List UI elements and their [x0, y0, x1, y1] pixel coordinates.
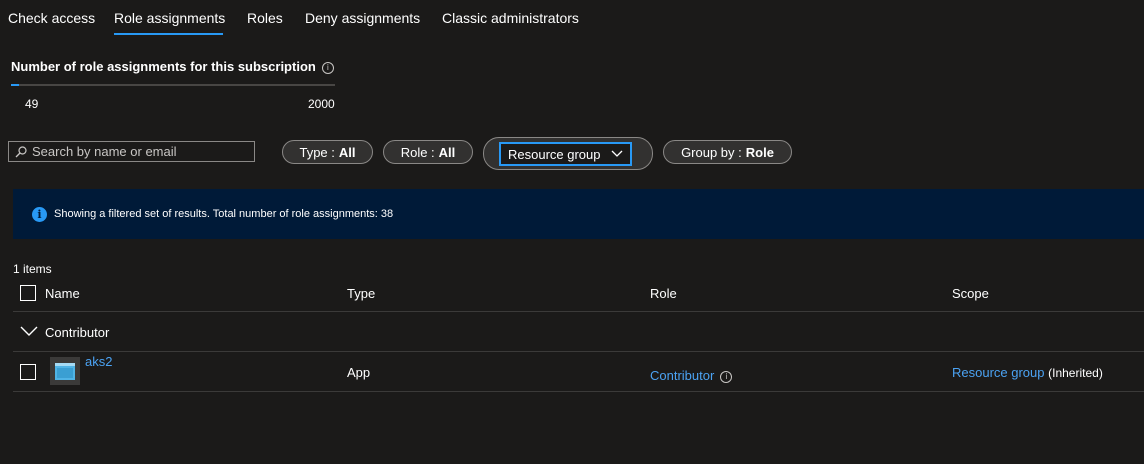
- type-filter-pill[interactable]: Type : All: [282, 140, 373, 164]
- row-divider: [13, 391, 1144, 392]
- type-filter-value: All: [338, 144, 356, 160]
- search-box[interactable]: [8, 141, 255, 162]
- column-header-role[interactable]: Role: [650, 286, 677, 301]
- app-icon: [50, 357, 80, 385]
- row-checkbox[interactable]: [20, 364, 36, 380]
- info-banner-text: Showing a filtered set of results. Total…: [54, 208, 394, 220]
- tab-classic-administrators[interactable]: Classic administrators: [442, 10, 579, 26]
- tab-role-assignments[interactable]: Role assignments: [114, 10, 225, 26]
- info-banner: i Showing a filtered set of results. Tot…: [13, 189, 1144, 239]
- row-role-link[interactable]: Contributor: [650, 368, 714, 383]
- usage-current: 49: [25, 97, 39, 111]
- row-role-wrap: Contributor i: [650, 368, 733, 383]
- group-divider: [13, 351, 1144, 352]
- header-divider: [13, 311, 1144, 312]
- search-icon: [14, 145, 28, 159]
- row-name-link[interactable]: aks2: [85, 354, 112, 369]
- row-scope: Resource group (Inherited): [952, 365, 1103, 380]
- usage-title: Number of role assignments for this subs…: [11, 59, 316, 74]
- chevron-down-icon: [611, 150, 623, 157]
- column-header-name[interactable]: Name: [45, 286, 80, 301]
- column-header-scope[interactable]: Scope: [952, 286, 989, 301]
- select-all-checkbox[interactable]: [20, 285, 36, 301]
- role-filter-value: All: [438, 144, 456, 160]
- info-circle-icon: i: [32, 207, 47, 222]
- row-scope-link[interactable]: Resource group: [952, 365, 1045, 380]
- tab-check-access[interactable]: Check access: [8, 10, 95, 26]
- search-input[interactable]: [32, 144, 242, 159]
- usage-progress-fill: [11, 84, 19, 86]
- row-type: App: [347, 365, 371, 380]
- group-by-pill[interactable]: Group by : Role: [663, 140, 792, 164]
- usage-max: 2000: [308, 97, 335, 111]
- usage-progress-bar: [11, 84, 335, 86]
- tab-deny-assignments[interactable]: Deny assignments: [305, 10, 420, 26]
- info-icon[interactable]: i: [321, 62, 334, 74]
- chevron-down-icon[interactable]: [20, 325, 38, 337]
- role-filter-label: Role :: [400, 144, 435, 160]
- usage-title-wrap: Number of role assignments for this subs…: [11, 59, 334, 74]
- role-filter-pill[interactable]: Role : All: [383, 140, 473, 164]
- group-header-contributor: Contributor: [45, 325, 110, 340]
- row-scope-note: (Inherited): [1048, 366, 1103, 380]
- column-header-type[interactable]: Type: [347, 286, 375, 301]
- info-icon[interactable]: i: [720, 371, 733, 383]
- group-by-label: Group by :: [681, 144, 742, 160]
- items-count: 1 items: [13, 262, 52, 276]
- group-by-value: Role: [745, 144, 774, 160]
- type-filter-label: Type :: [299, 144, 335, 160]
- tab-roles[interactable]: Roles: [247, 10, 283, 26]
- resource-group-dropdown[interactable]: Resource group: [499, 142, 632, 166]
- resource-group-label: Resource group: [508, 146, 601, 162]
- active-tab-indicator: [114, 33, 223, 35]
